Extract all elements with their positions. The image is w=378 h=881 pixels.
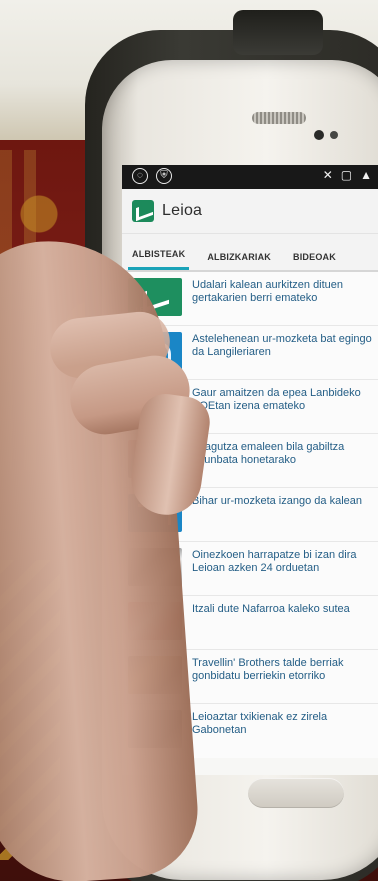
news-title: Oinezkoen harrapatze bi izan dira Leioan… bbox=[192, 549, 357, 574]
tab-albizkariak[interactable]: ALBIZKARIAK bbox=[203, 252, 275, 270]
tab-bar: ALBISTEAK ALBIZKARIAK BIDEOAK bbox=[122, 234, 378, 272]
tab-bideoak[interactable]: BIDEOAK bbox=[289, 252, 340, 270]
status-right: ✕ ▢ ▲ bbox=[323, 168, 372, 182]
app-title: Leioa bbox=[162, 202, 203, 219]
news-title: Ezagutza emaleen bila gabiltza larunbata… bbox=[192, 441, 345, 466]
news-title: Leioaztar txikienak ez zirela Gabonetan bbox=[192, 711, 328, 736]
app-logo-icon bbox=[132, 200, 154, 222]
cast-icon: ▢ bbox=[340, 168, 353, 182]
photo-scene: ◌ ⛨ ✕ ▢ ▲ Leioa ALBISTEAK ALBIZKARIAK BI… bbox=[0, 0, 378, 881]
tab-albisteak[interactable]: ALBISTEAK bbox=[128, 249, 190, 270]
sensor-icon bbox=[330, 131, 338, 139]
whatsapp-icon: ◌ bbox=[132, 168, 148, 184]
news-title: Gaur amaitzen da epea Lanbideko BOEtan i… bbox=[192, 387, 361, 412]
camera-icon bbox=[314, 130, 324, 140]
phone-clip bbox=[233, 10, 323, 55]
home-button[interactable] bbox=[248, 778, 344, 808]
news-title: Travellin' Brothers talde berriak gonbid… bbox=[192, 657, 344, 682]
signal-icon: ▲ bbox=[360, 168, 372, 182]
news-title: Itzali dute Nafarroa kaleko sutea bbox=[192, 603, 350, 615]
status-bar: ◌ ⛨ ✕ ▢ ▲ bbox=[122, 165, 378, 189]
news-title: Astelehenean ur-mozketa bat egingo da La… bbox=[192, 333, 372, 358]
status-left: ◌ ⛨ bbox=[132, 168, 172, 184]
mute-icon: ✕ bbox=[322, 168, 333, 182]
shield-icon: ⛨ bbox=[156, 168, 172, 184]
news-title: Udalari kalean aurkitzen dituen gertakar… bbox=[192, 279, 344, 304]
news-title: Bihar ur-mozketa izango da kalean bbox=[192, 495, 362, 507]
earpiece bbox=[252, 112, 306, 124]
app-bar: Leioa bbox=[122, 189, 378, 234]
news-item[interactable]: Udalari kalean aurkitzen dituen gertakar… bbox=[122, 272, 378, 326]
